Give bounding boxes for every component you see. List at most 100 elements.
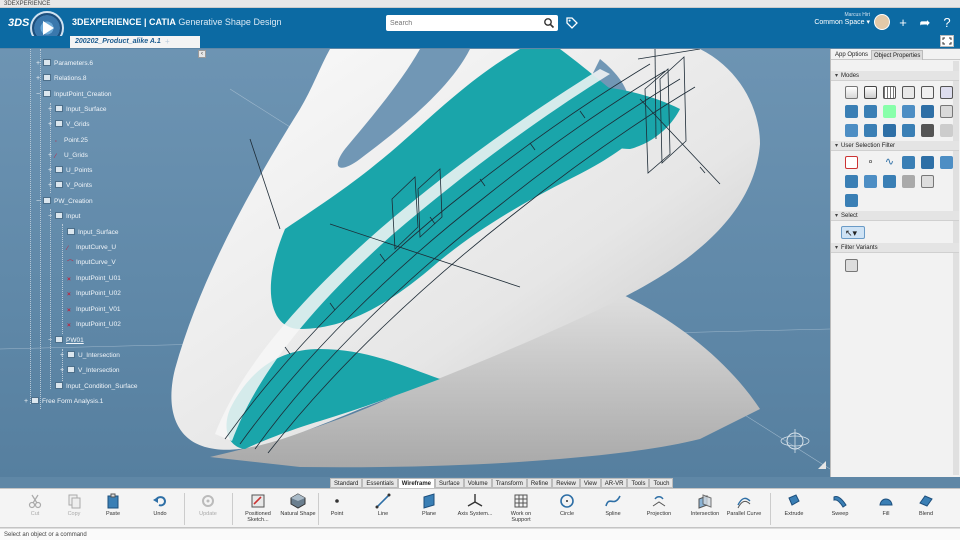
tree-node[interactable]: + Free Form Analysis.1	[24, 397, 103, 407]
mode-icon[interactable]	[921, 124, 934, 137]
expand-icon[interactable]: +	[48, 151, 55, 161]
tab-app-options[interactable]: App Options	[833, 50, 870, 60]
line-button[interactable]: Line	[363, 491, 403, 527]
fill-button[interactable]: Fill	[866, 491, 906, 527]
tree-node[interactable]: − PW_Creation	[36, 197, 93, 207]
sweep-button[interactable]: Sweep	[820, 491, 860, 527]
expand-icon[interactable]: +	[36, 59, 43, 69]
expand-icon[interactable]: +	[60, 366, 67, 376]
tree-node[interactable]: × InputPoint_U02	[60, 320, 121, 330]
mode-icon[interactable]	[940, 86, 953, 99]
share-icon[interactable]: ➦	[918, 16, 932, 30]
tab-surface[interactable]: Surface	[435, 478, 464, 488]
point-filter-icon[interactable]: ∘	[864, 156, 877, 169]
mode-icon[interactable]	[845, 124, 858, 137]
tree-node[interactable]: Input_Surface	[60, 228, 118, 238]
collapse-icon[interactable]: −	[36, 90, 43, 100]
spline-button[interactable]: Spline	[593, 491, 633, 527]
update-button[interactable]: Update	[188, 491, 228, 527]
blend-button[interactable]: Blend	[906, 491, 946, 527]
filter-icon[interactable]	[845, 175, 858, 188]
tree-node[interactable]: ⌒ InputCurve_V	[60, 258, 116, 268]
grid-mode-icon[interactable]	[883, 86, 896, 99]
robot-indicator[interactable]	[780, 429, 810, 453]
user-block[interactable]: Marcus Hirt Common Space ▾	[790, 12, 870, 26]
surface-filter-icon[interactable]	[902, 156, 915, 169]
plus-icon[interactable]: +	[896, 16, 910, 30]
tab-transform[interactable]: Transform	[491, 478, 527, 488]
tree-node[interactable]: · Point.25	[48, 136, 88, 146]
search-input[interactable]	[390, 17, 540, 29]
plane-button[interactable]: Plane	[409, 491, 449, 527]
search-icon[interactable]	[543, 17, 555, 29]
section-filter-variants[interactable]: ▾ Filter Variants	[831, 243, 959, 253]
filter-icon[interactable]	[883, 175, 896, 188]
tab-touch[interactable]: Touch	[649, 478, 674, 488]
mode-icon[interactable]	[845, 105, 858, 118]
select-arrow-icon[interactable]: ↖▾	[841, 226, 865, 239]
filter-icon[interactable]	[864, 175, 877, 188]
expand-icon[interactable]: +	[60, 351, 67, 361]
tag-icon[interactable]	[565, 16, 579, 30]
tree-node[interactable]: − PW01	[48, 336, 84, 346]
mode-icon[interactable]	[940, 124, 953, 137]
tab-ar-vr[interactable]: AR-VR	[600, 478, 628, 488]
expand-icon[interactable]: +	[36, 74, 43, 84]
filter-icon[interactable]	[845, 194, 858, 207]
tree-node[interactable]: + Input_Surface	[48, 105, 106, 115]
tree-node[interactable]: × InputPoint_U01	[60, 274, 121, 284]
mode-icon[interactable]	[921, 105, 934, 118]
tab-standard[interactable]: Standard	[330, 478, 363, 488]
mode-icon[interactable]	[864, 105, 877, 118]
section-modes[interactable]: ▾ Modes	[831, 71, 959, 81]
point-button[interactable]: Point	[317, 491, 357, 527]
filter-variant-icon[interactable]	[845, 259, 858, 272]
help-icon[interactable]: ?	[940, 16, 954, 30]
tree-collapse-icon[interactable]: ‹	[198, 50, 206, 58]
cut-button[interactable]: Cut	[15, 491, 55, 527]
expand-icon[interactable]: +	[24, 397, 31, 407]
section-user-selection-filter[interactable]: ▾ User Selection Filter	[831, 141, 959, 151]
curve-filter-icon[interactable]: ∿	[883, 156, 896, 169]
filter-icon[interactable]	[940, 156, 953, 169]
mode-icon[interactable]	[845, 86, 858, 99]
filter-icon[interactable]	[921, 175, 934, 188]
mode-icon[interactable]	[902, 105, 915, 118]
tree-node[interactable]: × InputPoint_U02	[60, 289, 121, 299]
tab-object-properties[interactable]: Object Properties	[871, 50, 924, 60]
work-on-support-button[interactable]: Work on Support	[501, 491, 541, 527]
tab-tools[interactable]: Tools	[627, 478, 650, 488]
mode-icon[interactable]	[921, 86, 934, 99]
tree-node[interactable]: − Input	[48, 212, 80, 222]
expand-icon[interactable]: +	[48, 181, 55, 191]
mode-icon[interactable]	[902, 124, 915, 137]
collapse-icon[interactable]: −	[48, 212, 55, 222]
expand-icon[interactable]: +	[48, 105, 55, 115]
tab-product[interactable]: 200202_Product_alike A.1	[70, 36, 200, 48]
tree-node[interactable]: + V_Intersection	[60, 366, 120, 376]
tree-node[interactable]: − InputPoint_Creation	[36, 90, 111, 100]
section-select[interactable]: ▾ Select	[831, 211, 959, 221]
parallel-curve-button[interactable]: Parallel Curve	[724, 491, 764, 527]
mode-icon[interactable]	[883, 105, 896, 118]
mode-icon[interactable]	[940, 105, 953, 118]
tree-node[interactable]: + Parameters.6	[36, 59, 93, 69]
filter-icon[interactable]	[902, 175, 915, 188]
tab-essentials[interactable]: Essentials	[362, 478, 398, 488]
mode-icon[interactable]	[883, 124, 896, 137]
axis-system-button[interactable]: Axis System...	[455, 491, 495, 527]
mode-icon[interactable]	[864, 124, 877, 137]
positioned-sketch-button[interactable]: Positioned Sketch...	[238, 491, 278, 527]
intersection-button[interactable]: Intersection	[685, 491, 725, 527]
avatar[interactable]	[874, 14, 890, 30]
copy-button[interactable]: Copy	[54, 491, 94, 527]
projection-button[interactable]: Projection	[639, 491, 679, 527]
circle-button[interactable]: Circle	[547, 491, 587, 527]
natural-shape-button[interactable]: Natural Shape	[278, 491, 318, 527]
tab-refine[interactable]: Refine	[526, 478, 553, 488]
expand-icon[interactable]: +	[48, 166, 55, 176]
tree-node[interactable]: + Relations.8	[36, 74, 87, 84]
search-box[interactable]	[386, 15, 558, 31]
tree-node[interactable]: + V_Grids	[48, 120, 89, 130]
tree-node[interactable]: + V_Points	[48, 181, 92, 191]
